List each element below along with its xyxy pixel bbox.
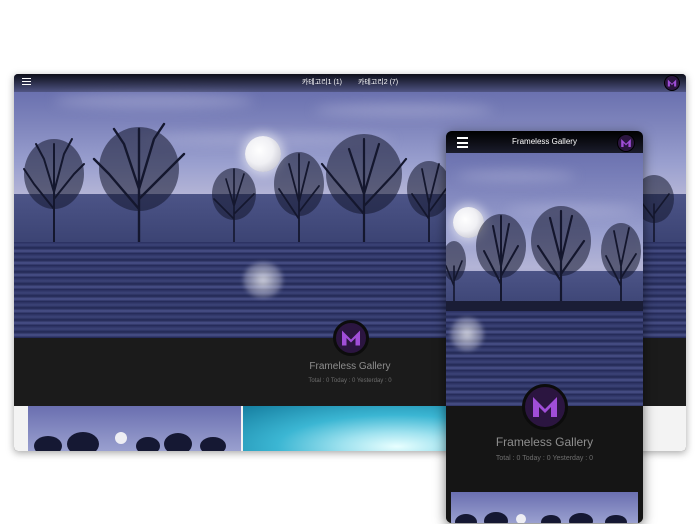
moon-reflection (243, 262, 283, 298)
avatar-icon[interactable] (617, 134, 635, 152)
mobile-topbar: Frameless Gallery (446, 131, 643, 153)
menu-item-category2[interactable]: 카테고리2 (7) (358, 79, 398, 86)
avatar-icon[interactable] (522, 384, 568, 430)
visit-stats: Total : 0 Today : 0 Yesterday : 0 (495, 455, 594, 462)
avatar-icon[interactable] (333, 320, 369, 356)
menu-item-category1[interactable]: 카테고리1 (1) (302, 79, 342, 86)
header-title: Frameless Gallery (512, 137, 577, 146)
hero-image (446, 131, 643, 406)
category-menu: 카테고리1 (1) 카테고리2 (7) (14, 77, 686, 87)
mobile-preview: Frameless Gallery Frameless Gallery Tota… (446, 131, 643, 523)
thumbnail[interactable] (243, 406, 448, 451)
tree-silhouettes (446, 206, 643, 311)
gallery-info: Frameless Gallery Total : 0 Today : 0 Ye… (446, 384, 643, 523)
moon-reflection (450, 317, 484, 351)
gallery-title: Frameless Gallery (495, 435, 594, 449)
avatar-icon[interactable] (664, 75, 680, 91)
thumbnail[interactable] (28, 406, 241, 451)
desktop-topbar: 카테고리1 (1) 카테고리2 (7) (14, 74, 686, 92)
thumbnail[interactable] (451, 492, 638, 523)
